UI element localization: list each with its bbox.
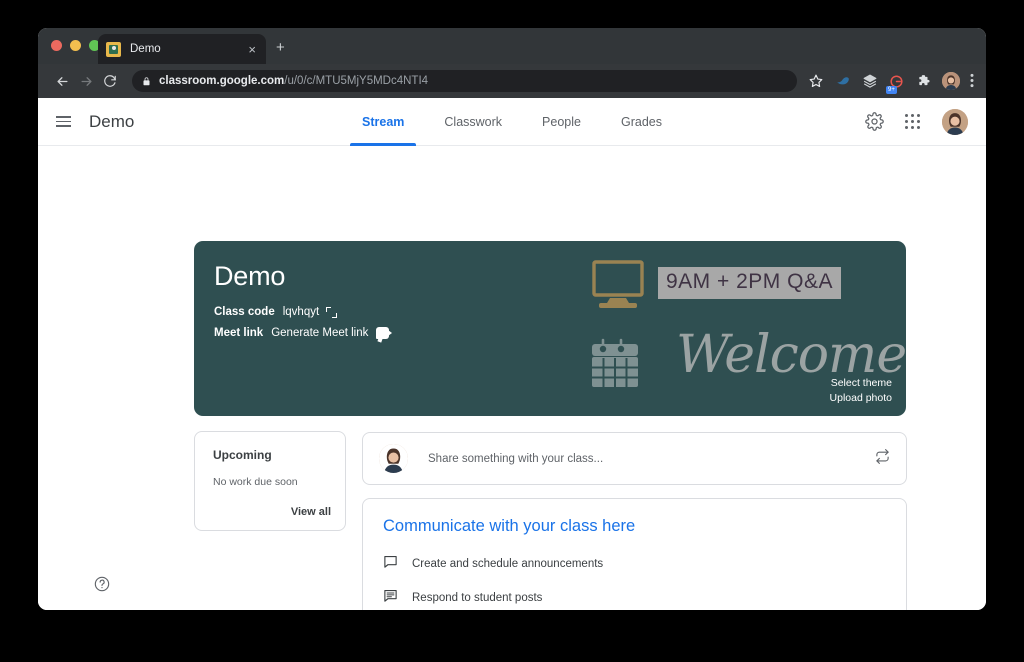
class-name: Demo <box>214 261 286 291</box>
view-all-button[interactable]: View all <box>291 506 331 518</box>
classroom-header: Demo Stream Classwork People Grades <box>38 98 986 146</box>
communicate-item-label: Create and schedule announcements <box>412 558 604 570</box>
communicate-title[interactable]: Communicate with your class here <box>383 517 886 536</box>
class-code-row: Class code lqvhqyt <box>214 306 389 318</box>
announcement-bubble-icon <box>383 554 398 574</box>
select-theme-button[interactable]: Select theme <box>830 376 892 391</box>
help-question-icon[interactable] <box>94 576 110 592</box>
tab-grades[interactable]: Grades <box>601 98 682 145</box>
generate-meet-link-button[interactable]: Generate Meet link <box>271 327 368 339</box>
google-apps-grid-icon[interactable] <box>903 112 923 132</box>
teacher-avatar <box>379 444 408 473</box>
extensions-puzzle-icon[interactable] <box>915 73 932 90</box>
communicate-card: Communicate with your class here Create … <box>362 498 907 610</box>
extension-badge: 9+ <box>886 85 897 94</box>
window-traffic-lights <box>51 40 100 51</box>
tab-classwork-label: Classwork <box>444 114 503 129</box>
browser-tab-title: Demo <box>130 43 161 55</box>
back-icon[interactable] <box>50 74 74 89</box>
class-banner: Demo Class code lqvhqyt Meet link Genera… <box>194 241 906 416</box>
url-path: /u/0/c/MTU5MjY5MDc4NTI4 <box>284 75 429 87</box>
communicate-item-label: Respond to student posts <box>412 592 543 604</box>
browser-window: Demo × + classroom.google.com/u/0/c/MTU5… <box>38 28 986 610</box>
meet-link-row: Meet link Generate Meet link <box>214 327 393 339</box>
page-content: Demo Stream Classwork People Grades Demo… <box>38 98 986 610</box>
banner-theme-actions: Select theme Upload photo <box>830 376 892 406</box>
browser-tab[interactable]: Demo × <box>98 34 266 64</box>
class-code-label: Class code <box>214 306 275 318</box>
upcoming-title: Upcoming <box>213 448 272 462</box>
upcoming-empty-message: No work due soon <box>213 476 298 488</box>
extension-grammarly-icon[interactable]: 9+ <box>886 73 905 94</box>
class-code-value[interactable]: lqvhqyt <box>283 306 319 318</box>
upcoming-card: Upcoming No work due soon View all <box>194 431 346 531</box>
tab-people-label: People <box>542 114 581 129</box>
settings-gear-icon[interactable] <box>864 112 884 132</box>
address-bar-url: classroom.google.com/u/0/c/MTU5MjY5MDc4N… <box>159 75 428 87</box>
meet-link-label: Meet link <box>214 327 264 339</box>
tab-stream-label: Stream <box>362 114 405 129</box>
minimize-window-button[interactable] <box>70 40 81 51</box>
close-tab-button[interactable]: × <box>248 43 258 56</box>
class-banner-info: Demo Class code lqvhqyt Meet link Genera… <box>214 261 393 348</box>
share-announcement-card[interactable]: Share something with your class... <box>362 432 907 485</box>
computer-monitor-icon <box>590 259 646 316</box>
tab-stream[interactable]: Stream <box>342 98 424 146</box>
extension-layers-icon[interactable] <box>861 73 878 90</box>
browser-toolbar-icons: 9+ <box>797 72 974 94</box>
extension-bird-icon[interactable] <box>834 73 851 90</box>
tab-grades-label: Grades <box>620 114 662 129</box>
tab-classwork[interactable]: Classwork <box>424 98 522 145</box>
account-avatar[interactable] <box>942 108 968 135</box>
profile-avatar-icon[interactable] <box>942 72 960 90</box>
browser-toolbar: classroom.google.com/u/0/c/MTU5MjY5MDc4N… <box>38 64 986 98</box>
close-window-button[interactable] <box>51 40 62 51</box>
communicate-item-respond[interactable]: Respond to student posts <box>383 588 886 608</box>
classroom-favicon <box>106 41 121 57</box>
address-bar[interactable]: classroom.google.com/u/0/c/MTU5MjY5MDc4N… <box>132 70 797 92</box>
upload-photo-button[interactable]: Upload photo <box>830 391 892 406</box>
new-tab-button[interactable]: + <box>276 40 285 55</box>
reload-icon[interactable] <box>98 74 122 88</box>
calendar-icon <box>588 337 642 396</box>
hamburger-menu-icon[interactable] <box>56 116 71 127</box>
browser-tabstrip: Demo × + <box>38 28 986 64</box>
classroom-tabs: Stream Classwork People Grades <box>342 98 682 146</box>
tab-people[interactable]: People <box>522 98 601 145</box>
forward-icon <box>74 74 98 89</box>
google-meet-icon <box>376 327 393 339</box>
reorder-swap-icon[interactable] <box>875 448 890 469</box>
communicate-item-announcements[interactable]: Create and schedule announcements <box>383 554 886 574</box>
chrome-menu-kebab-icon[interactable] <box>970 73 974 90</box>
share-input-placeholder[interactable]: Share something with your class... <box>428 453 875 465</box>
page-title: Demo <box>89 111 135 131</box>
lock-icon <box>142 76 151 87</box>
bookmark-star-icon[interactable] <box>807 73 824 90</box>
banner-welcome-text: Welcome! <box>676 325 906 385</box>
post-list-icon <box>383 588 398 608</box>
expand-class-code-icon[interactable] <box>326 306 338 318</box>
banner-qa-chip: 9AM + 2PM Q&A <box>658 267 841 299</box>
url-domain: classroom.google.com <box>159 75 285 87</box>
classroom-header-actions <box>864 108 968 135</box>
